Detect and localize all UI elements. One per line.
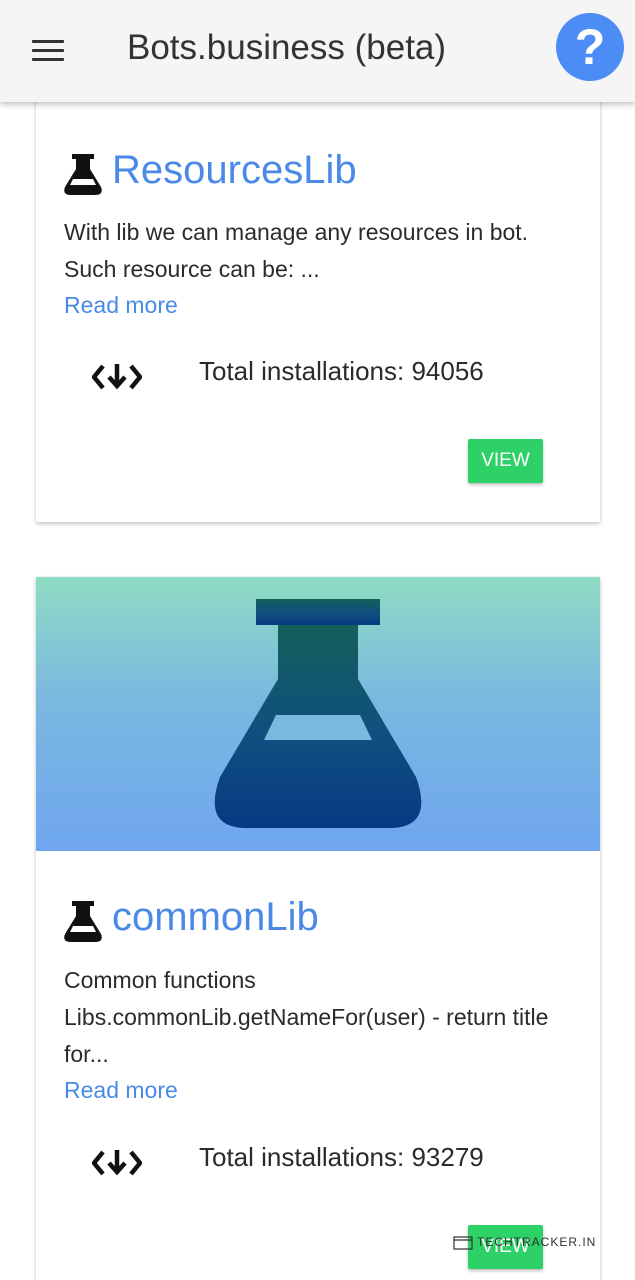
- lib-card: ResourcesLib With lib we can manage any …: [36, 60, 600, 522]
- read-more-link[interactable]: Read more: [64, 1077, 178, 1104]
- total-installations: Total installations: 94056: [199, 356, 484, 386]
- help-button[interactable]: ?: [556, 13, 624, 81]
- flask-icon: [64, 901, 102, 942]
- app-title: Bots.business (beta): [127, 28, 447, 67]
- lib-description: With lib we can manage any resources in …: [64, 219, 529, 282]
- hamburger-menu-icon[interactable]: [30, 38, 66, 64]
- lib-card: commonLib Common functions Libs.commonLi…: [36, 577, 600, 1280]
- watermark-text: TECHTRACKER.IN: [477, 1235, 597, 1249]
- read-more-link[interactable]: Read more: [64, 292, 178, 319]
- page: Bots.business (beta) ? ResourcesLib With…: [0, 0, 635, 1280]
- flask-image-icon: [214, 599, 422, 828]
- app-bar: Bots.business (beta) ?: [0, 0, 635, 102]
- flask-icon: [64, 154, 102, 195]
- lib-name[interactable]: ResourcesLib: [112, 148, 357, 193]
- browser-icon: [453, 1236, 473, 1250]
- lib-name[interactable]: commonLib: [112, 895, 319, 940]
- lib-description: Common functions Libs.commonLib.getNameF…: [64, 967, 549, 1067]
- install-code-icon: [92, 1150, 142, 1176]
- install-code-icon: [92, 364, 142, 390]
- lib-image: [36, 577, 600, 851]
- view-button[interactable]: VIEW: [468, 439, 543, 483]
- total-installations: Total installations: 93279: [199, 1142, 484, 1172]
- watermark: TECHTRACKER.IN: [453, 1235, 596, 1250]
